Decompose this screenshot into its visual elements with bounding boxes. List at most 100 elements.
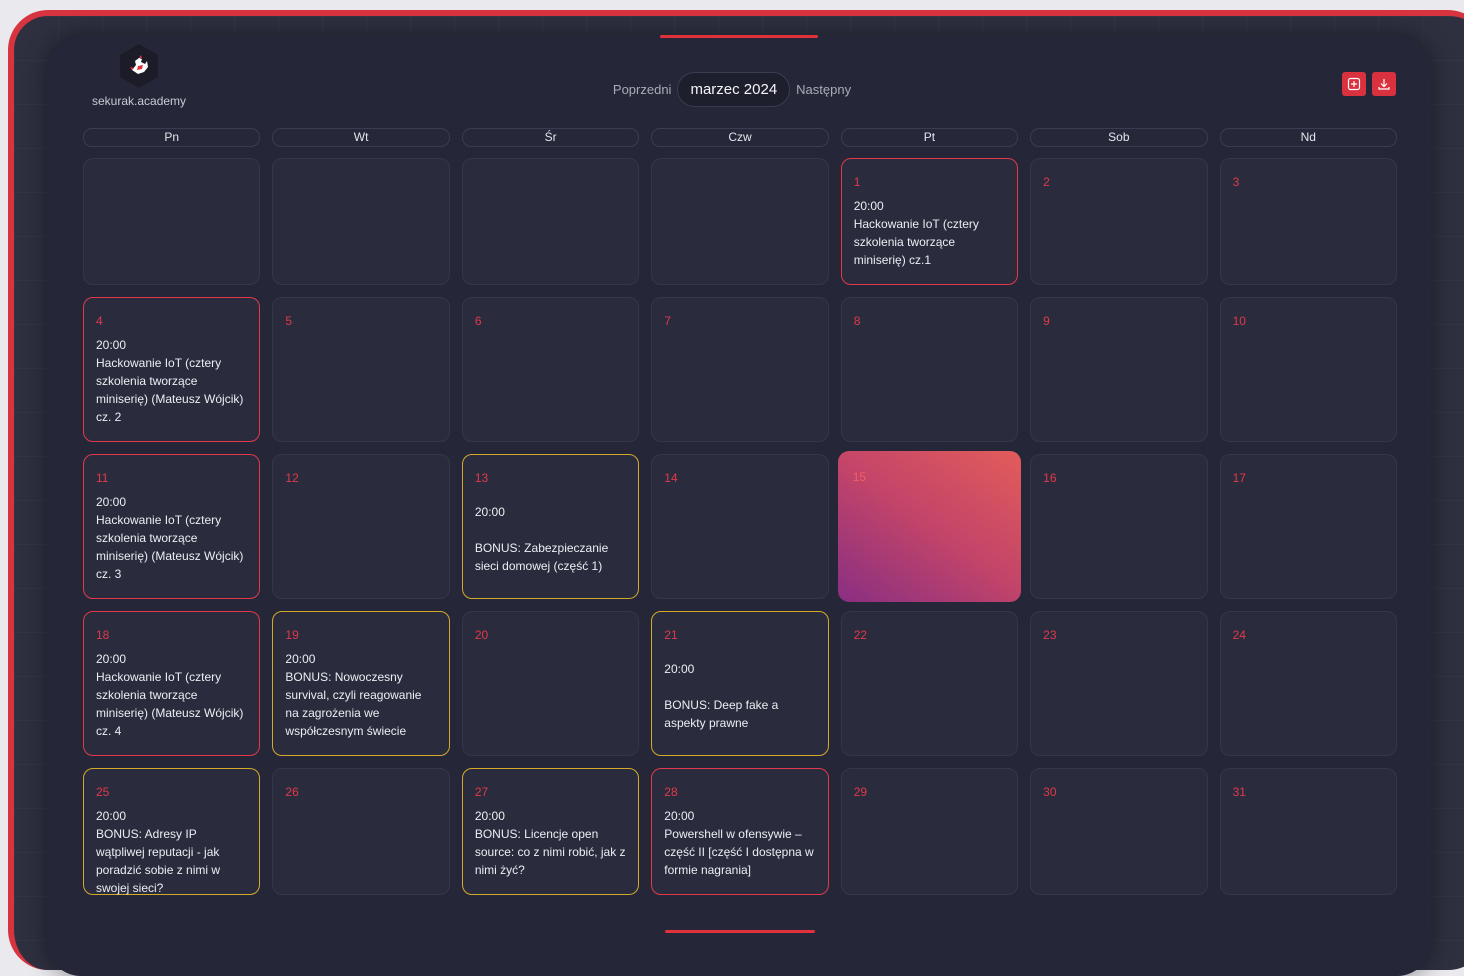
day-cell[interactable]: 22 [840, 611, 1019, 756]
day-cell-event[interactable]: 4 20:00 Hackowanie IoT (cztery szkolenia… [83, 297, 261, 442]
day-cell-event[interactable]: 21 20:00 BONUS: Deep fake a aspekty praw… [651, 611, 829, 756]
calendar-event[interactable]: 20:00 BONUS: Adresy IP wątpliwej reputac… [96, 807, 247, 897]
calendar-event[interactable]: 20:00 BONUS: Deep fake a aspekty prawne [664, 660, 815, 732]
day-number: 4 [96, 314, 103, 328]
day-cell[interactable]: 29 [840, 768, 1019, 895]
weekday-header: Sob [1030, 128, 1208, 147]
day-cell-today[interactable]: 15 [837, 451, 1022, 602]
event-title: BONUS: Zabezpieczanie sieci domowej (czę… [474, 541, 609, 573]
event-time: 20:00 [96, 809, 127, 823]
plus-square-icon [1347, 77, 1361, 91]
calendar-event[interactable]: 20:00 BONUS: Nowoczesny survival, czyli … [285, 650, 436, 740]
day-cell[interactable]: 8 [840, 297, 1019, 442]
weekday-header: Pt [840, 128, 1019, 147]
event-time: 20:00 [664, 809, 695, 823]
weekday-header-row: Pn Wt Śr Czw Pt Sob Nd [83, 128, 1397, 147]
top-accent-bar [660, 35, 818, 38]
day-cell[interactable]: 17 [1219, 454, 1397, 599]
day-number: 23 [1043, 628, 1057, 642]
previous-month-link[interactable]: Poprzedni [613, 82, 672, 97]
day-cell-event[interactable]: 28 20:00 Powershell w ofensywie – część … [651, 768, 829, 895]
day-number: 30 [1043, 785, 1057, 799]
weekday-header: Śr [461, 128, 640, 147]
day-cell[interactable]: 12 [272, 454, 450, 599]
calendar-event[interactable]: 20:00 Hackowanie IoT (cztery szkolenia t… [854, 197, 1005, 269]
day-number: 20 [474, 628, 489, 642]
add-to-calendar-button[interactable] [1342, 72, 1366, 96]
event-time: 20:00 [474, 809, 505, 823]
day-number: 5 [285, 314, 293, 328]
day-cell[interactable]: 2 [1030, 158, 1208, 285]
calendar-event[interactable]: 20:00 Hackowanie IoT (cztery szkolenia t… [96, 493, 247, 583]
calendar-event[interactable]: 20:00 Hackowanie IoT (cztery szkolenia t… [96, 336, 247, 426]
day-cell-event[interactable]: 18 20:00 Hackowanie IoT (cztery szkoleni… [83, 611, 261, 756]
day-number: 15 [852, 470, 867, 484]
day-cell[interactable]: 20 [461, 611, 640, 756]
day-number: 21 [664, 628, 678, 642]
calendar-event[interactable]: 20:00 BONUS: Licencje open source: co z … [475, 807, 626, 879]
day-number: 28 [664, 785, 678, 799]
day-number: 2 [1043, 175, 1050, 189]
day-cell-event[interactable]: 11 20:00 Hackowanie IoT (cztery szkoleni… [83, 454, 261, 599]
weekday-header: Pn [83, 128, 261, 147]
event-title: BONUS: Adresy IP wątpliwej reputacji - j… [96, 827, 221, 895]
event-time: 20:00 [664, 662, 695, 676]
download-calendar-button[interactable] [1372, 72, 1396, 96]
day-cell[interactable]: 30 [1030, 768, 1208, 895]
weekday-header: Czw [651, 128, 829, 147]
day-cell[interactable]: 6 [461, 297, 640, 442]
event-title: Hackowanie IoT (cztery szkolenia tworząc… [96, 670, 244, 738]
day-cell[interactable]: 24 [1219, 611, 1397, 756]
day-cell[interactable]: 9 [1030, 297, 1208, 442]
event-title: Hackowanie IoT (cztery szkolenia tworząc… [96, 513, 244, 581]
calendar-grid: 1 20:00 Hackowanie IoT (cztery szkolenia… [83, 158, 1397, 896]
day-cell[interactable]: 16 [1030, 454, 1208, 599]
day-number: 22 [853, 628, 868, 642]
day-number: 6 [474, 314, 482, 328]
day-cell-event[interactable]: 25 20:00 BONUS: Adresy IP wątpliwej repu… [83, 768, 261, 897]
day-number: 11 [96, 471, 109, 485]
calendar-event[interactable]: 20:00 Hackowanie IoT (cztery szkolenia t… [96, 650, 247, 740]
weekday-header: Wt [272, 128, 450, 147]
day-number: 9 [1043, 314, 1050, 328]
day-cell-event[interactable]: 19 20:00 BONUS: Nowoczesny survival, czy… [272, 611, 450, 756]
day-number: 29 [853, 785, 868, 799]
day-cell-event[interactable]: 27 20:00 BONUS: Licencje open source: co… [461, 768, 640, 895]
day-number: 1 [853, 175, 861, 189]
day-cell[interactable]: 31 [1219, 768, 1397, 895]
day-cell[interactable]: 14 [651, 454, 829, 599]
day-cell[interactable]: 3 [1219, 158, 1397, 285]
day-number: 13 [474, 471, 489, 485]
event-title: Hackowanie IoT (cztery szkolenia tworząc… [96, 356, 244, 424]
download-icon [1378, 79, 1390, 90]
day-number: 24 [1232, 628, 1246, 642]
event-title: BONUS: Deep fake a aspekty prawne [664, 698, 779, 730]
day-cell[interactable]: 5 [272, 297, 450, 442]
day-number: 10 [1232, 314, 1246, 328]
day-cell-event[interactable]: 1 20:00 Hackowanie IoT (cztery szkolenia… [840, 158, 1019, 285]
next-month-link[interactable]: Następny [796, 82, 851, 97]
event-time: 20:00 [474, 505, 505, 519]
day-cell[interactable]: 23 [1030, 611, 1208, 756]
empty-day-cell [651, 158, 829, 285]
day-number: 18 [96, 628, 110, 642]
current-month-label: marzec 2024 [677, 72, 791, 107]
day-cell[interactable]: 10 [1219, 297, 1397, 442]
day-cell[interactable]: 7 [651, 297, 829, 442]
day-number: 16 [1043, 471, 1057, 485]
event-title: BONUS: Nowoczesny survival, czyli reagow… [285, 670, 422, 738]
event-time: 20:00 [853, 199, 884, 213]
day-number: 14 [664, 471, 678, 485]
month-navigation: Poprzedni marzec 2024 Następny [0, 72, 1464, 107]
day-number: 26 [285, 785, 299, 799]
calendar-event[interactable]: 20:00 BONUS: Zabezpieczanie sieci domowe… [475, 503, 626, 575]
calendar-event[interactable]: 20:00 Powershell w ofensywie – część II … [664, 807, 815, 879]
day-number: 25 [96, 785, 110, 799]
day-cell[interactable]: 26 [272, 768, 450, 895]
empty-day-cell [83, 158, 261, 285]
day-number: 12 [285, 471, 299, 485]
day-cell-event[interactable]: 13 20:00 BONUS: Zabezpieczanie sieci dom… [461, 454, 640, 599]
empty-day-cell [272, 158, 450, 285]
event-title: BONUS: Licencje open source: co z nimi r… [474, 827, 626, 877]
day-number: 7 [664, 314, 671, 328]
